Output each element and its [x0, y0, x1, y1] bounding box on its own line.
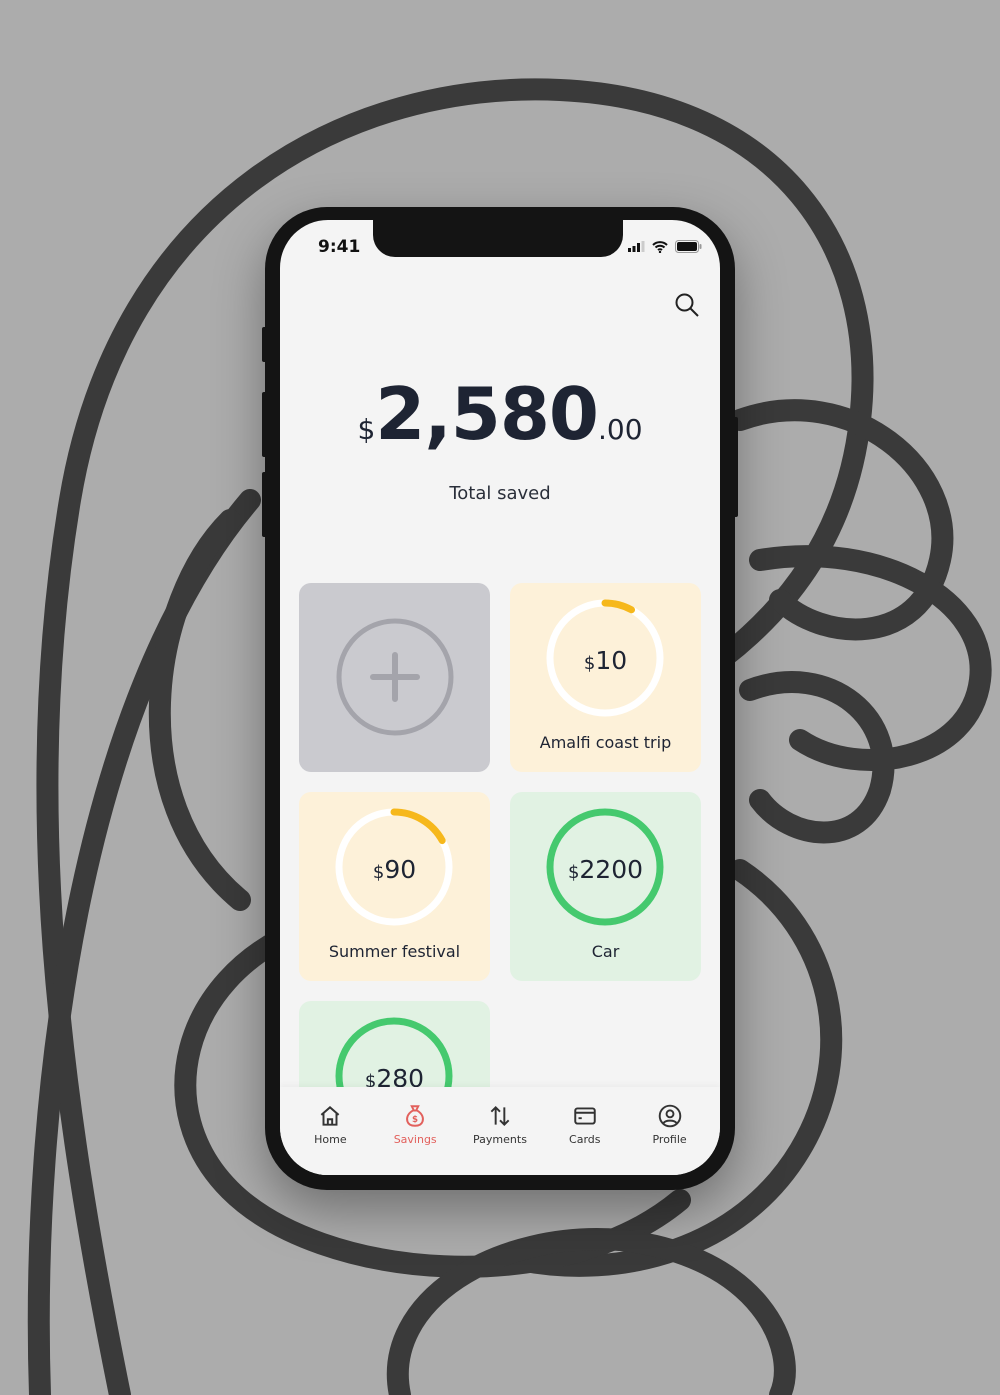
nav-label: Profile	[652, 1133, 687, 1146]
nav-label: Payments	[473, 1133, 527, 1146]
search-icon[interactable]	[674, 292, 700, 318]
goal-card[interactable]: $90 Summer festival	[299, 792, 490, 981]
nav-label: Cards	[569, 1133, 601, 1146]
total-saved-label: Total saved	[449, 483, 551, 504]
bottom-nav: Home $ Savings Payments Cards Profile	[280, 1087, 720, 1175]
nav-item-home[interactable]: Home	[290, 1087, 370, 1175]
notch	[373, 220, 623, 257]
status-icons	[628, 240, 702, 253]
goal-name: Car	[591, 942, 620, 961]
battery-icon	[675, 240, 702, 253]
nav-item-profile[interactable]: Profile	[630, 1087, 710, 1175]
goal-amount: $10	[583, 646, 628, 675]
nav-item-savings[interactable]: $ Savings	[375, 1087, 455, 1175]
goal-amount: $2200	[567, 855, 644, 884]
goal-card[interactable]: $2200 Car	[510, 792, 701, 981]
goal-name: Summer festival	[328, 942, 461, 961]
app-screen: 9:41 $2,580.00 Total saved $10 Amalfi co…	[280, 220, 720, 1175]
nav-item-payments[interactable]: Payments	[460, 1087, 540, 1175]
nav-label: Savings	[393, 1133, 437, 1146]
goal-card[interactable]: $10 Amalfi coast trip	[510, 583, 701, 772]
signal-icon	[628, 241, 645, 252]
wifi-icon	[652, 240, 668, 253]
status-time: 9:41	[318, 237, 361, 257]
total-saved-amount: $2,580.00	[357, 372, 643, 456]
goal-name: Amalfi coast trip	[539, 733, 672, 752]
profile-icon	[658, 1104, 681, 1128]
svg-text:$: $	[412, 1115, 418, 1125]
add-goal-button[interactable]	[299, 583, 490, 772]
nav-item-cards[interactable]: Cards	[545, 1087, 625, 1175]
home-icon	[321, 1106, 340, 1126]
card-icon	[574, 1107, 596, 1125]
phone-frame: 9:41 $2,580.00 Total saved $10 Amalfi co…	[262, 207, 738, 1190]
money-bag-icon: $	[406, 1105, 425, 1127]
goal-amount: $90	[372, 855, 417, 884]
nav-label: Home	[314, 1133, 347, 1146]
plus-circle-icon	[336, 618, 454, 736]
transfer-arrows-icon	[490, 1105, 510, 1127]
